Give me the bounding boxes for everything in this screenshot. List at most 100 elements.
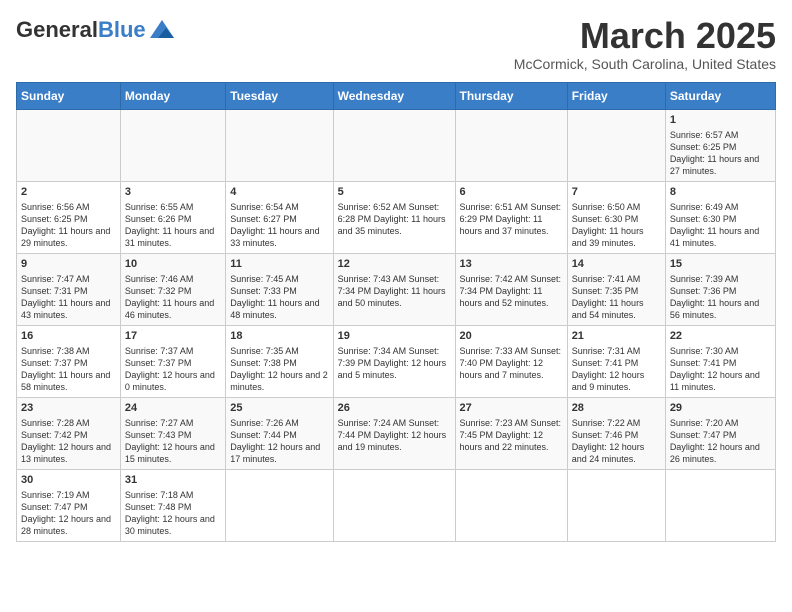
calendar-cell: 9Sunrise: 7:47 AM Sunset: 7:31 PM Daylig… xyxy=(17,253,121,325)
calendar-week-2: 9Sunrise: 7:47 AM Sunset: 7:31 PM Daylig… xyxy=(17,253,776,325)
day-number: 24 xyxy=(125,401,221,416)
calendar-cell: 19Sunrise: 7:34 AM Sunset: 7:39 PM Dayli… xyxy=(333,325,455,397)
calendar-cell: 16Sunrise: 7:38 AM Sunset: 7:37 PM Dayli… xyxy=(17,325,121,397)
calendar-cell xyxy=(333,469,455,541)
day-number: 11 xyxy=(230,257,328,272)
calendar-cell xyxy=(567,469,665,541)
logo-general: General xyxy=(16,17,98,42)
calendar-cell xyxy=(665,469,775,541)
calendar-body: 1Sunrise: 6:57 AM Sunset: 6:25 PM Daylig… xyxy=(17,109,776,541)
calendar-cell xyxy=(226,469,333,541)
day-info: Sunrise: 7:28 AM Sunset: 7:42 PM Dayligh… xyxy=(21,417,116,466)
day-info: Sunrise: 7:20 AM Sunset: 7:47 PM Dayligh… xyxy=(670,417,771,466)
subtitle: McCormick, South Carolina, United States xyxy=(514,56,776,72)
day-info: Sunrise: 7:33 AM Sunset: 7:40 PM Dayligh… xyxy=(460,345,563,381)
calendar-cell xyxy=(455,109,567,181)
day-number: 4 xyxy=(230,185,328,200)
logo: GeneralBlue xyxy=(16,16,176,44)
day-info: Sunrise: 7:19 AM Sunset: 7:47 PM Dayligh… xyxy=(21,489,116,538)
calendar-week-5: 30Sunrise: 7:19 AM Sunset: 7:47 PM Dayli… xyxy=(17,469,776,541)
day-number: 22 xyxy=(670,329,771,344)
day-number: 30 xyxy=(21,473,116,488)
calendar-cell: 6Sunrise: 6:51 AM Sunset: 6:29 PM Daylig… xyxy=(455,181,567,253)
day-info: Sunrise: 6:54 AM Sunset: 6:27 PM Dayligh… xyxy=(230,201,328,250)
day-number: 18 xyxy=(230,329,328,344)
calendar-cell: 24Sunrise: 7:27 AM Sunset: 7:43 PM Dayli… xyxy=(120,397,225,469)
calendar-table: SundayMondayTuesdayWednesdayThursdayFrid… xyxy=(16,82,776,542)
main-title: March 2025 xyxy=(514,16,776,56)
day-number: 20 xyxy=(460,329,563,344)
day-info: Sunrise: 7:22 AM Sunset: 7:46 PM Dayligh… xyxy=(572,417,661,466)
day-info: Sunrise: 7:42 AM Sunset: 7:34 PM Dayligh… xyxy=(460,273,563,309)
calendar-cell: 12Sunrise: 7:43 AM Sunset: 7:34 PM Dayli… xyxy=(333,253,455,325)
calendar-cell: 29Sunrise: 7:20 AM Sunset: 7:47 PM Dayli… xyxy=(665,397,775,469)
day-info: Sunrise: 6:56 AM Sunset: 6:25 PM Dayligh… xyxy=(21,201,116,250)
day-number: 1 xyxy=(670,113,771,128)
calendar-cell: 25Sunrise: 7:26 AM Sunset: 7:44 PM Dayli… xyxy=(226,397,333,469)
day-info: Sunrise: 7:23 AM Sunset: 7:45 PM Dayligh… xyxy=(460,417,563,453)
weekday-saturday: Saturday xyxy=(665,82,775,109)
day-info: Sunrise: 7:43 AM Sunset: 7:34 PM Dayligh… xyxy=(338,273,451,309)
calendar-cell xyxy=(120,109,225,181)
calendar-cell: 5Sunrise: 6:52 AM Sunset: 6:28 PM Daylig… xyxy=(333,181,455,253)
day-info: Sunrise: 7:30 AM Sunset: 7:41 PM Dayligh… xyxy=(670,345,771,394)
day-number: 17 xyxy=(125,329,221,344)
day-info: Sunrise: 6:51 AM Sunset: 6:29 PM Dayligh… xyxy=(460,201,563,237)
day-number: 19 xyxy=(338,329,451,344)
day-number: 23 xyxy=(21,401,116,416)
title-section: March 2025 McCormick, South Carolina, Un… xyxy=(514,16,776,72)
day-number: 10 xyxy=(125,257,221,272)
day-info: Sunrise: 7:31 AM Sunset: 7:41 PM Dayligh… xyxy=(572,345,661,394)
day-number: 16 xyxy=(21,329,116,344)
day-info: Sunrise: 7:39 AM Sunset: 7:36 PM Dayligh… xyxy=(670,273,771,322)
logo-blue: Blue xyxy=(98,17,146,42)
day-info: Sunrise: 7:34 AM Sunset: 7:39 PM Dayligh… xyxy=(338,345,451,381)
day-info: Sunrise: 7:24 AM Sunset: 7:44 PM Dayligh… xyxy=(338,417,451,453)
day-number: 29 xyxy=(670,401,771,416)
day-number: 5 xyxy=(338,185,451,200)
day-number: 13 xyxy=(460,257,563,272)
calendar-cell: 27Sunrise: 7:23 AM Sunset: 7:45 PM Dayli… xyxy=(455,397,567,469)
day-info: Sunrise: 7:26 AM Sunset: 7:44 PM Dayligh… xyxy=(230,417,328,466)
weekday-header-row: SundayMondayTuesdayWednesdayThursdayFrid… xyxy=(17,82,776,109)
logo-text: GeneralBlue xyxy=(16,19,146,41)
day-number: 8 xyxy=(670,185,771,200)
day-number: 27 xyxy=(460,401,563,416)
calendar-cell: 20Sunrise: 7:33 AM Sunset: 7:40 PM Dayli… xyxy=(455,325,567,397)
calendar-cell: 7Sunrise: 6:50 AM Sunset: 6:30 PM Daylig… xyxy=(567,181,665,253)
weekday-sunday: Sunday xyxy=(17,82,121,109)
calendar-cell: 17Sunrise: 7:37 AM Sunset: 7:37 PM Dayli… xyxy=(120,325,225,397)
weekday-wednesday: Wednesday xyxy=(333,82,455,109)
day-info: Sunrise: 7:47 AM Sunset: 7:31 PM Dayligh… xyxy=(21,273,116,322)
weekday-friday: Friday xyxy=(567,82,665,109)
header: GeneralBlue March 2025 McCormick, South … xyxy=(16,16,776,72)
calendar-cell xyxy=(226,109,333,181)
day-number: 6 xyxy=(460,185,563,200)
day-number: 15 xyxy=(670,257,771,272)
calendar-cell: 2Sunrise: 6:56 AM Sunset: 6:25 PM Daylig… xyxy=(17,181,121,253)
calendar-cell: 26Sunrise: 7:24 AM Sunset: 7:44 PM Dayli… xyxy=(333,397,455,469)
day-info: Sunrise: 7:45 AM Sunset: 7:33 PM Dayligh… xyxy=(230,273,328,322)
calendar-cell xyxy=(17,109,121,181)
calendar-cell: 8Sunrise: 6:49 AM Sunset: 6:30 PM Daylig… xyxy=(665,181,775,253)
day-info: Sunrise: 6:55 AM Sunset: 6:26 PM Dayligh… xyxy=(125,201,221,250)
day-info: Sunrise: 7:35 AM Sunset: 7:38 PM Dayligh… xyxy=(230,345,328,394)
weekday-monday: Monday xyxy=(120,82,225,109)
calendar-week-0: 1Sunrise: 6:57 AM Sunset: 6:25 PM Daylig… xyxy=(17,109,776,181)
calendar-cell: 18Sunrise: 7:35 AM Sunset: 7:38 PM Dayli… xyxy=(226,325,333,397)
calendar-week-1: 2Sunrise: 6:56 AM Sunset: 6:25 PM Daylig… xyxy=(17,181,776,253)
day-info: Sunrise: 7:18 AM Sunset: 7:48 PM Dayligh… xyxy=(125,489,221,538)
day-info: Sunrise: 7:37 AM Sunset: 7:37 PM Dayligh… xyxy=(125,345,221,394)
calendar-cell: 30Sunrise: 7:19 AM Sunset: 7:47 PM Dayli… xyxy=(17,469,121,541)
calendar-cell: 3Sunrise: 6:55 AM Sunset: 6:26 PM Daylig… xyxy=(120,181,225,253)
calendar-cell xyxy=(333,109,455,181)
calendar-cell: 13Sunrise: 7:42 AM Sunset: 7:34 PM Dayli… xyxy=(455,253,567,325)
logo-icon xyxy=(148,16,176,44)
day-number: 26 xyxy=(338,401,451,416)
calendar-cell: 28Sunrise: 7:22 AM Sunset: 7:46 PM Dayli… xyxy=(567,397,665,469)
calendar-cell: 1Sunrise: 6:57 AM Sunset: 6:25 PM Daylig… xyxy=(665,109,775,181)
day-info: Sunrise: 7:41 AM Sunset: 7:35 PM Dayligh… xyxy=(572,273,661,322)
calendar-cell xyxy=(455,469,567,541)
day-number: 25 xyxy=(230,401,328,416)
day-number: 9 xyxy=(21,257,116,272)
